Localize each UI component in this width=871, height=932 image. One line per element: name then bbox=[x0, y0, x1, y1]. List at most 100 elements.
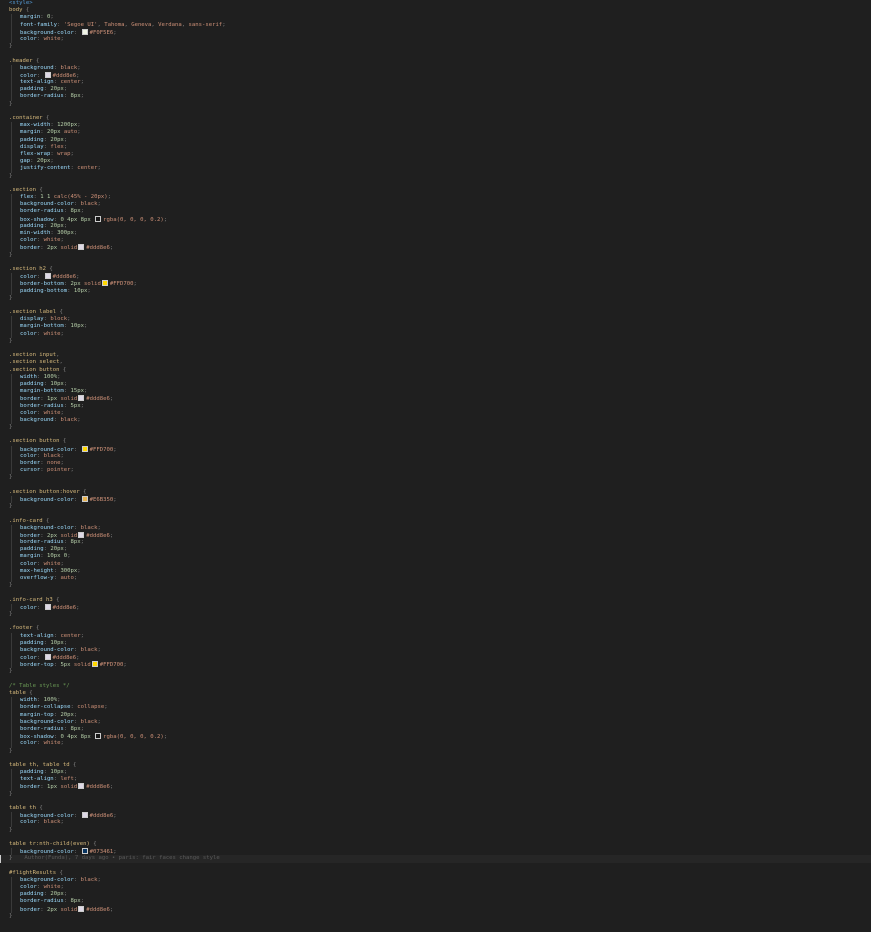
code-line[interactable]: text-align: center; bbox=[0, 632, 871, 640]
code-line[interactable]: } bbox=[0, 827, 871, 834]
code-line[interactable]: margin-bottom: 10px; bbox=[0, 323, 871, 331]
code-line[interactable]: body { bbox=[0, 7, 871, 14]
code-line[interactable]: width: 100%; bbox=[0, 373, 871, 381]
color-swatch-icon[interactable] bbox=[81, 495, 88, 502]
code-line[interactable] bbox=[0, 431, 871, 438]
code-line[interactable]: background-color: black; bbox=[0, 718, 871, 726]
code-line[interactable]: color: #ddd8e6; bbox=[0, 273, 871, 281]
code-line[interactable]: border: 2px solid #ddd8e6; bbox=[0, 244, 871, 252]
color-swatch-icon[interactable] bbox=[91, 661, 98, 668]
code-line[interactable] bbox=[0, 50, 871, 57]
code-line[interactable]: #flightResults { bbox=[0, 870, 871, 877]
code-line[interactable]: } Author(Funda), 7 days ago • paris: fair… bbox=[0, 855, 871, 863]
code-line[interactable]: text-align: left; bbox=[0, 776, 871, 784]
code-line[interactable]: background-color: black; bbox=[0, 646, 871, 655]
code-line[interactable]: padding: 10px; bbox=[0, 769, 871, 777]
code-line[interactable]: flex-wrap: wrap; bbox=[0, 150, 871, 159]
code-line[interactable]: padding: 20px; bbox=[0, 136, 871, 144]
code-line[interactable] bbox=[0, 618, 871, 625]
code-line[interactable] bbox=[0, 108, 871, 115]
code-line[interactable]: border: 2px solid #ddd8e6; bbox=[0, 905, 871, 913]
code-line[interactable]: .section button { bbox=[0, 367, 871, 374]
code-line[interactable]: justify-content: center; bbox=[0, 165, 871, 173]
code-line[interactable]: background-color: black; bbox=[0, 876, 871, 885]
code-line[interactable]: display: flex; bbox=[0, 143, 871, 151]
code-line[interactable]: .container { bbox=[0, 115, 871, 122]
color-swatch-icon[interactable] bbox=[95, 215, 102, 222]
code-line[interactable]: border: 1px solid #ddd8e6; bbox=[0, 395, 871, 403]
code-line[interactable]: .footer { bbox=[0, 625, 871, 632]
code-line[interactable]: table tr:nth-child(even) { bbox=[0, 841, 871, 848]
code-line[interactable]: background-color: #F0F5E6; bbox=[0, 28, 871, 36]
code-line[interactable] bbox=[0, 863, 871, 870]
code-line[interactable]: .info-card { bbox=[0, 518, 871, 525]
color-swatch-icon[interactable] bbox=[81, 812, 88, 819]
code-line[interactable]: display: block; bbox=[0, 316, 871, 324]
code-line[interactable]: padding: 20px; bbox=[0, 891, 871, 899]
code-line[interactable]: } bbox=[0, 668, 871, 675]
code-line[interactable]: } bbox=[0, 611, 871, 618]
code-line[interactable]: border: 1px solid #ddd8e6; bbox=[0, 783, 871, 791]
code-line[interactable]: box-shadow: 0 4px 8px rgba(0, 0, 0, 0.2)… bbox=[0, 215, 871, 223]
code-line[interactable]: border-radius: 8px; bbox=[0, 93, 871, 101]
code-line[interactable]: padding: 10px; bbox=[0, 639, 871, 647]
code-line[interactable]: color: black; bbox=[0, 452, 871, 460]
code-line[interactable]: color: white; bbox=[0, 740, 871, 748]
code-line[interactable] bbox=[0, 798, 871, 805]
code-line[interactable] bbox=[0, 589, 871, 596]
code-line[interactable]: margin: 20px auto; bbox=[0, 129, 871, 137]
code-line[interactable]: } bbox=[0, 791, 871, 798]
code-line[interactable]: background-color: #073461; bbox=[0, 848, 871, 856]
code-line[interactable]: font-family: 'Segoe UI', Tahoma, Geneva,… bbox=[0, 21, 871, 29]
code-line[interactable]: border-top: 5px solid #FFD700; bbox=[0, 661, 871, 669]
color-swatch-icon[interactable] bbox=[44, 654, 51, 661]
code-line[interactable]: } bbox=[0, 338, 871, 345]
code-line[interactable]: .section select, bbox=[0, 359, 871, 366]
code-line[interactable]: border-radius: 8px; bbox=[0, 208, 871, 216]
code-line[interactable]: } bbox=[0, 474, 871, 481]
code-line[interactable]: text-align: center; bbox=[0, 79, 871, 87]
code-line[interactable]: min-width: 300px; bbox=[0, 230, 871, 238]
color-swatch-icon[interactable] bbox=[44, 71, 51, 78]
code-line[interactable]: table th, table td { bbox=[0, 762, 871, 769]
code-line[interactable]: flex: 1 1 calc(45% - 20px); bbox=[0, 194, 871, 202]
code-line[interactable]: table { bbox=[0, 690, 871, 697]
color-swatch-icon[interactable] bbox=[44, 273, 51, 280]
code-line[interactable] bbox=[0, 676, 871, 683]
code-line[interactable]: background-color: #ddd8e6; bbox=[0, 812, 871, 820]
code-line[interactable]: } bbox=[0, 503, 871, 510]
code-line[interactable]: padding: 10px; bbox=[0, 380, 871, 389]
code-line[interactable]: .section button:hover { bbox=[0, 489, 871, 496]
code-line[interactable]: background-color: #E6B350; bbox=[0, 495, 871, 504]
code-line[interactable] bbox=[0, 482, 871, 489]
code-line[interactable]: color: #ddd8e6; bbox=[0, 71, 871, 80]
code-line[interactable]: .header { bbox=[0, 58, 871, 65]
code-line[interactable]: border-bottom: 2px solid #FFD700; bbox=[0, 280, 871, 288]
code-line[interactable]: .info-card h3 { bbox=[0, 597, 871, 604]
code-line[interactable]: table th { bbox=[0, 805, 871, 812]
color-swatch-icon[interactable] bbox=[78, 531, 85, 538]
code-line[interactable]: gap: 20px; bbox=[0, 158, 871, 166]
code-line[interactable] bbox=[0, 180, 871, 187]
code-line[interactable]: } bbox=[0, 173, 871, 180]
color-swatch-icon[interactable] bbox=[78, 905, 85, 912]
code-line[interactable]: overflow-y: auto; bbox=[0, 575, 871, 583]
code-line[interactable]: .section h2 { bbox=[0, 266, 871, 273]
color-swatch-icon[interactable] bbox=[44, 603, 51, 610]
code-line[interactable]: border-radius: 8px; bbox=[0, 539, 871, 547]
code-line[interactable]: padding: 20px; bbox=[0, 86, 871, 94]
code-line[interactable]: } bbox=[0, 252, 871, 259]
code-line[interactable]: color: white; bbox=[0, 560, 871, 568]
code-line[interactable]: background-color: #FFD700; bbox=[0, 445, 871, 453]
code-line[interactable]: color: white; bbox=[0, 35, 871, 44]
code-line[interactable]: .section { bbox=[0, 187, 871, 194]
code-line[interactable]: padding-bottom: 10px; bbox=[0, 287, 871, 295]
color-swatch-icon[interactable] bbox=[95, 733, 102, 740]
code-line[interactable]: } bbox=[0, 43, 871, 50]
code-line[interactable]: } bbox=[0, 582, 871, 589]
code-line[interactable]: max-width: 1200px; bbox=[0, 122, 871, 130]
code-line[interactable]: } bbox=[0, 101, 871, 108]
code-line[interactable]: .section input, bbox=[0, 352, 871, 359]
color-swatch-icon[interactable] bbox=[78, 395, 85, 402]
code-line[interactable] bbox=[0, 302, 871, 309]
